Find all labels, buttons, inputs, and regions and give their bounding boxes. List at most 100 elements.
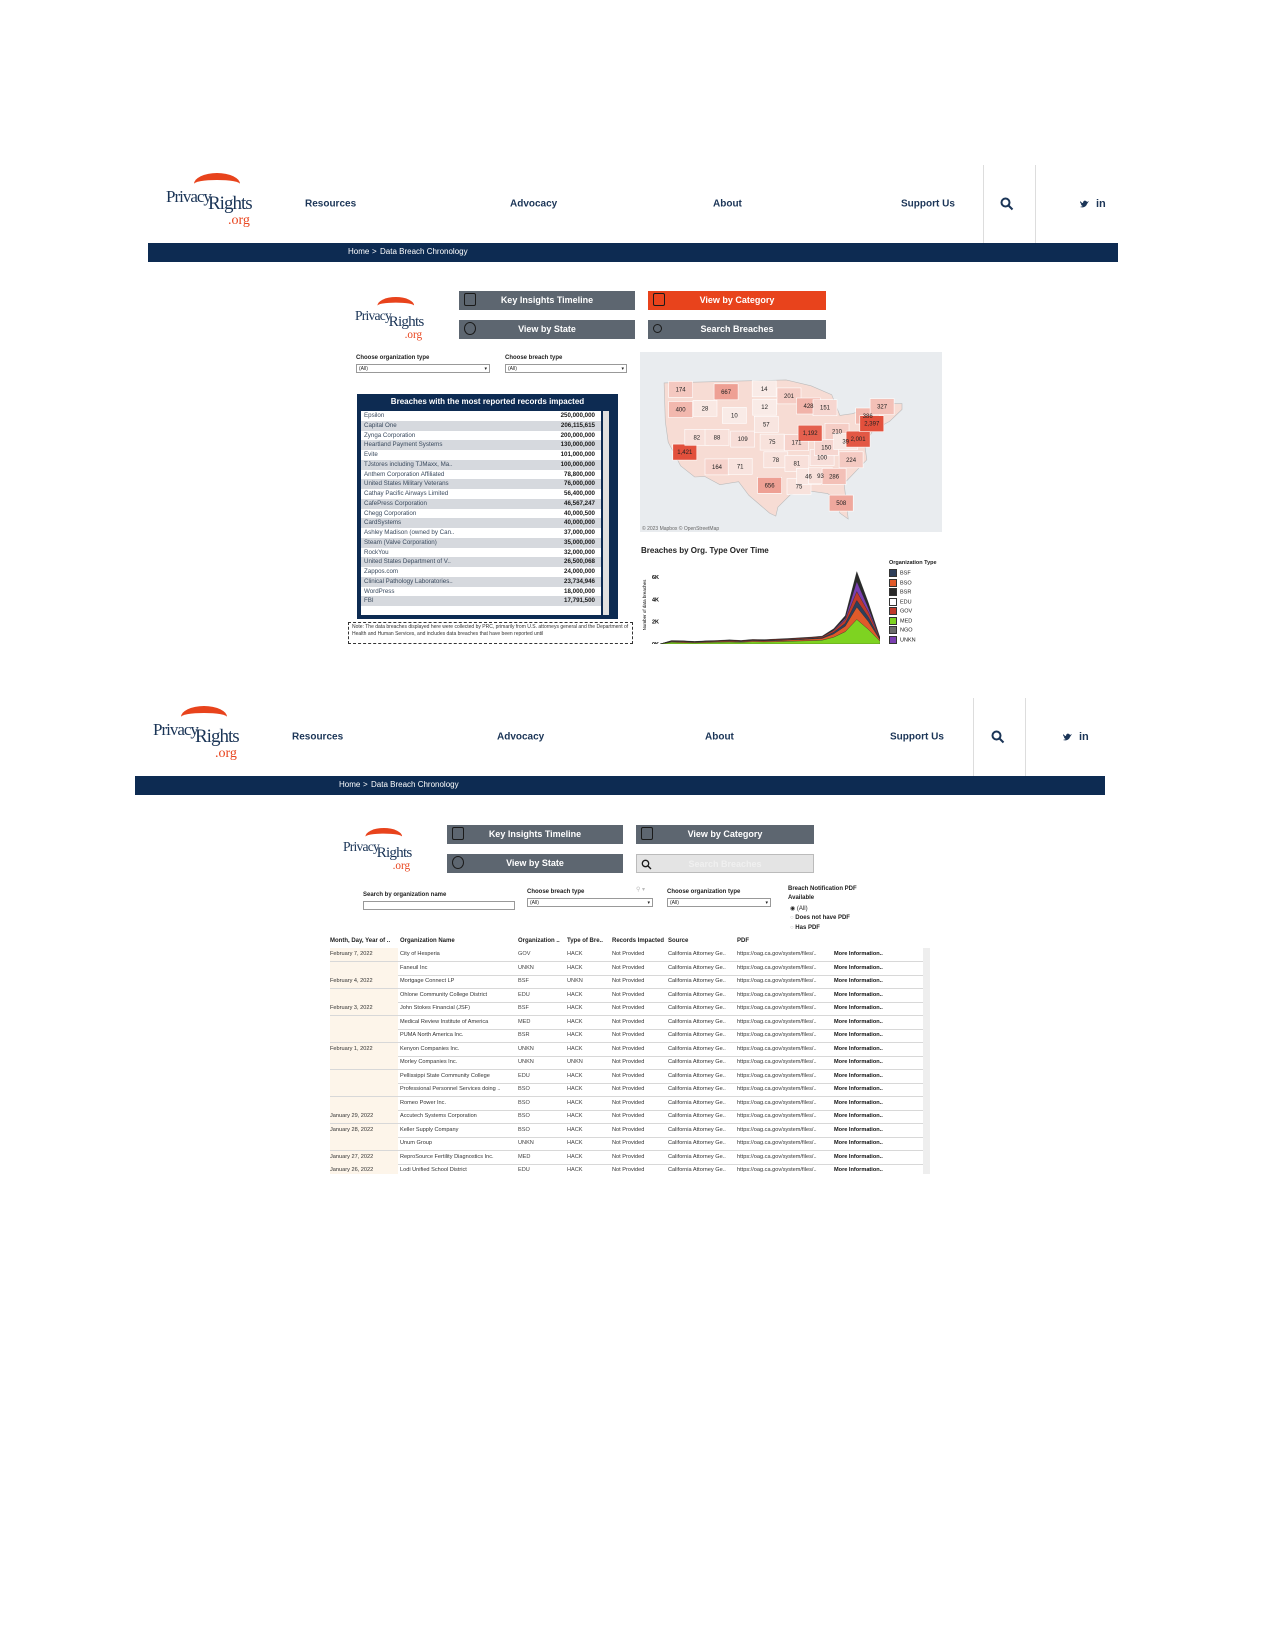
- table-cell-pdf-link[interactable]: https://oag.ca.gov/system/files/..: [737, 1110, 832, 1123]
- nav-resources[interactable]: Resources: [305, 199, 356, 210]
- breadcrumb-home[interactable]: Home: [348, 247, 369, 256]
- table-column-header[interactable]: Source: [668, 938, 688, 944]
- table-row[interactable]: Professional Personnel Services doing ..…: [330, 1083, 923, 1097]
- table-cell-pdf-link[interactable]: https://oag.ca.gov/system/files/..: [737, 1070, 832, 1083]
- breadcrumb-home[interactable]: Home: [339, 780, 360, 789]
- table-row[interactable]: January 28, 2022 Keller Supply Company BSO…: [330, 1123, 923, 1138]
- table-column-header[interactable]: Organization ..: [518, 938, 560, 944]
- nav-about[interactable]: About: [713, 199, 742, 210]
- filter-org-type-select[interactable]: (All) ▾: [356, 364, 490, 373]
- table-row[interactable]: Morley Companies Inc. UNKN UNKN Not Provide…: [330, 1056, 923, 1070]
- table-column-header[interactable]: Type of Bre..: [567, 938, 603, 944]
- records-row[interactable]: Epsilon 250,000,000: [361, 411, 601, 421]
- table-cell-pdf-link[interactable]: https://oag.ca.gov/system/files/..: [737, 1002, 832, 1015]
- table-cell-pdf-link[interactable]: https://oag.ca.gov/system/files/..: [737, 975, 832, 988]
- twitter-icon[interactable]: [1063, 733, 1073, 742]
- table-column-header[interactable]: Organization Name: [400, 938, 455, 944]
- records-row[interactable]: Heartland Payment Systems 130,000,000: [361, 440, 601, 450]
- site-logo[interactable]: Privacy Rights .org: [153, 706, 253, 768]
- records-row[interactable]: CardSystems 40,000,000: [361, 518, 601, 528]
- more-info-link[interactable]: More Information..: [834, 1070, 894, 1083]
- table-cell-pdf-link[interactable]: https://oag.ca.gov/system/files/..: [737, 1056, 832, 1069]
- twitter-icon[interactable]: [1080, 200, 1090, 209]
- table-column-header[interactable]: PDF: [737, 938, 749, 944]
- table-cell-pdf-link[interactable]: https://oag.ca.gov/system/files/..: [737, 1151, 832, 1164]
- records-list[interactable]: Epsilon 250,000,000 Capital One 206,115,615…: [361, 411, 601, 615]
- search-org-input[interactable]: [363, 901, 515, 910]
- search-icon[interactable]: [991, 730, 1005, 744]
- nav-resources[interactable]: Resources: [292, 732, 343, 743]
- table-row[interactable]: February 4, 2022 Mortgage Connect LP BSF UN…: [330, 975, 923, 989]
- area-chart[interactable]: Number of data breaches 0K 2K 4K 6K: [640, 558, 880, 644]
- filter-breach-type-select[interactable]: (All) ▾: [505, 364, 627, 373]
- records-row[interactable]: CafePress Corporation 46,567,247: [361, 498, 601, 509]
- table-row[interactable]: February 1, 2022 Kenyon Companies Inc. UNK…: [330, 1042, 923, 1057]
- nav-about[interactable]: About: [705, 732, 734, 743]
- table-cell-pdf-link[interactable]: https://oag.ca.gov/system/files/..: [737, 1164, 832, 1174]
- records-row[interactable]: Ashley Madison (owned by Can.. 37,000,000: [361, 528, 601, 538]
- table-cell-pdf-link[interactable]: https://oag.ca.gov/system/files/..: [737, 1043, 832, 1056]
- records-row[interactable]: FBI 17,791,500: [361, 596, 601, 606]
- legend-item[interactable]: NGO: [889, 626, 949, 636]
- table-row[interactable]: Unum Group UNKN HACK Not Provided California…: [330, 1137, 923, 1151]
- legend-item[interactable]: BSF: [889, 569, 949, 579]
- pdf-option-all[interactable]: ◉ (All): [790, 905, 808, 912]
- tab-key-insights-timeline[interactable]: Key Insights Timeline: [459, 291, 635, 310]
- records-row[interactable]: United States Department of V.. 26,500,06…: [361, 557, 601, 567]
- filter-breach-type-select[interactable]: (All) ▾: [527, 898, 653, 907]
- table-row[interactable]: January 26, 2022 Lodi Unified School Dist…: [330, 1164, 923, 1174]
- table-row[interactable]: Ohlone Community College District EDU HACK…: [330, 988, 923, 1003]
- more-info-link[interactable]: More Information..: [834, 948, 894, 961]
- records-row[interactable]: WordPress 18,000,000: [361, 587, 601, 597]
- filter-icon[interactable]: ⚲ ▾: [636, 886, 645, 893]
- records-row[interactable]: United States Military Veterans 76,000,00…: [361, 479, 601, 489]
- legend-item[interactable]: EDU: [889, 597, 949, 608]
- records-row[interactable]: Anthem Corporation Affiliated 78,800,000: [361, 470, 601, 480]
- table-row[interactable]: Romeo Power Inc. BSO HACK Not Provided Calif…: [330, 1096, 923, 1111]
- table-cell-pdf-link[interactable]: https://oag.ca.gov/system/files/..: [737, 1137, 832, 1150]
- records-row[interactable]: Steam (Valve Corporation) 35,000,000: [361, 537, 601, 548]
- nav-support-us[interactable]: Support Us: [901, 199, 955, 210]
- table-row[interactable]: Medical Review Institute of America MED HA…: [330, 1015, 923, 1030]
- records-row[interactable]: Clinical Pathology Laboratories.. 23,734,…: [361, 576, 601, 587]
- records-row[interactable]: Capital One 206,115,615: [361, 420, 601, 431]
- tab-view-by-state[interactable]: View by State: [459, 320, 635, 339]
- linkedin-icon[interactable]: in: [1096, 198, 1106, 210]
- table-cell-pdf-link[interactable]: https://oag.ca.gov/system/files/..: [737, 989, 832, 1002]
- table-cell-pdf-link[interactable]: https://oag.ca.gov/system/files/..: [737, 1097, 832, 1110]
- more-info-link[interactable]: More Information..: [834, 1137, 894, 1150]
- more-info-link[interactable]: More Information..: [834, 1016, 894, 1029]
- more-info-link[interactable]: More Information..: [834, 989, 894, 1002]
- table-row[interactable]: February 3, 2022 John Stokes Financial (J…: [330, 1002, 923, 1016]
- breach-map[interactable]: 174 400 1,421 667 28 10 82 88 109 164 71 14 12 57 75 78…: [640, 352, 942, 532]
- pdf-option-no-pdf[interactable]: ○ Does not have PDF: [790, 915, 850, 921]
- legend-item[interactable]: UNKN: [889, 635, 949, 646]
- tab-view-by-category[interactable]: View by Category: [648, 291, 826, 310]
- more-info-link[interactable]: More Information..: [834, 1083, 894, 1096]
- table-row[interactable]: February 7, 2022 City of Hesperia GOV HACK N…: [330, 948, 923, 962]
- nav-advocacy[interactable]: Advocacy: [510, 199, 557, 210]
- records-row[interactable]: RockYou 32,000,000: [361, 548, 601, 558]
- more-info-link[interactable]: More Information..: [834, 1056, 894, 1069]
- legend-item[interactable]: GOV: [889, 607, 949, 617]
- table-cell-pdf-link[interactable]: https://oag.ca.gov/system/files/..: [737, 1016, 832, 1029]
- more-info-link[interactable]: More Information..: [834, 1002, 894, 1015]
- more-info-link[interactable]: More Information..: [834, 1029, 894, 1042]
- table-column-header[interactable]: Records Impacted: [612, 938, 664, 944]
- tab-search-breaches[interactable]: Search Breaches: [648, 320, 826, 339]
- site-logo[interactable]: Privacy Rights .org: [166, 173, 266, 235]
- table-column-header[interactable]: Month, Day, Year of ..: [330, 938, 390, 944]
- table-row[interactable]: January 29, 2022 Accutech Systems Corpora…: [330, 1110, 923, 1124]
- records-scrollbar[interactable]: [603, 411, 609, 615]
- more-info-link[interactable]: More Information..: [834, 1110, 894, 1123]
- table-cell-pdf-link[interactable]: https://oag.ca.gov/system/files/..: [737, 1124, 832, 1137]
- table-cell-pdf-link[interactable]: https://oag.ca.gov/system/files/..: [737, 1029, 832, 1042]
- more-info-link[interactable]: More Information..: [834, 1151, 894, 1164]
- more-info-link[interactable]: More Information..: [834, 1124, 894, 1137]
- table-row[interactable]: Faneuil Inc UNKN HACK Not Provided Californi…: [330, 961, 923, 976]
- tab-key-insights-timeline[interactable]: Key Insights Timeline: [447, 825, 623, 844]
- tab-search-breaches[interactable]: Search Breaches: [636, 854, 814, 873]
- more-info-link[interactable]: More Information..: [834, 1097, 894, 1110]
- records-row[interactable]: Zynga Corporation 200,000,000: [361, 431, 601, 441]
- more-info-link[interactable]: More Information..: [834, 1164, 894, 1174]
